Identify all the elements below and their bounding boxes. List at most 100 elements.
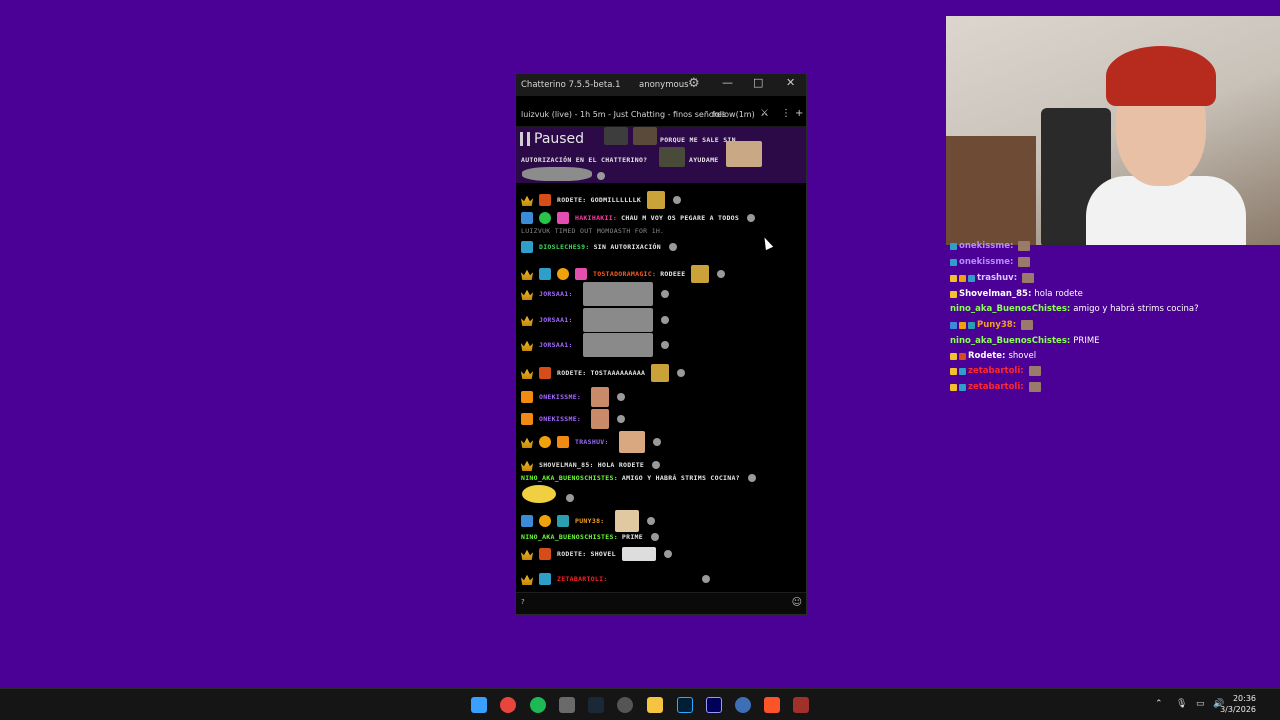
chat-message[interactable]: DIOSLECHES9: SIN AUTORIXACIÓN	[521, 241, 677, 253]
input-text[interactable]: ?	[521, 598, 525, 606]
start-icon[interactable]	[471, 697, 487, 713]
username[interactable]: JORSAA1:	[539, 341, 573, 349]
reply-icon[interactable]	[646, 517, 655, 525]
sub-badge-icon[interactable]	[539, 548, 551, 560]
steam-icon[interactable]	[588, 697, 604, 713]
cube-badge-icon[interactable]	[557, 436, 569, 448]
split-header[interactable]: luizvuk (live) - 1h 5m - Just Chatting -…	[516, 105, 806, 127]
username[interactable]: HAKIHAKII:	[575, 214, 617, 222]
crown-badge-icon[interactable]	[521, 289, 533, 300]
username[interactable]: ONEKISSME:	[539, 415, 581, 423]
reply-icon[interactable]	[660, 341, 669, 349]
title-bar[interactable]: Chatterino 7.5.5-beta.1 anonymous ⚙ — □ …	[516, 74, 806, 96]
reply-icon[interactable]	[701, 575, 710, 583]
reply-icon[interactable]	[677, 369, 686, 377]
reply-icon[interactable]	[663, 550, 672, 558]
cube-badge-icon[interactable]	[521, 413, 533, 425]
chat-message[interactable]: SHOVELMAN_85: HOLA RODETE	[521, 459, 661, 471]
chat-message[interactable]: PUNY38:	[521, 510, 655, 532]
taskbar[interactable]: ⌃ 🎙 ▭ 🔊 20:36 3/3/2026	[0, 688, 1280, 720]
verified-badge-icon[interactable]	[539, 212, 551, 224]
app-icon[interactable]	[559, 697, 575, 713]
username[interactable]: JORSAA1:	[539, 316, 573, 324]
username[interactable]: DIOSLECHES9:	[539, 243, 590, 251]
reply-icon[interactable]	[673, 196, 682, 204]
tile-badge-icon[interactable]	[557, 515, 569, 527]
spotify-icon[interactable]	[530, 697, 546, 713]
pick-badge-icon[interactable]	[521, 515, 533, 527]
sub-badge-icon[interactable]	[539, 367, 551, 379]
paused-banner[interactable]: Paused PORQUE ME SALE SIN AUTORIZACIÓN E…	[516, 127, 806, 183]
reply-icon[interactable]	[617, 415, 626, 423]
reply-icon[interactable]	[566, 494, 574, 502]
username[interactable]: TRASHUV:	[575, 438, 609, 446]
premiere-icon[interactable]	[706, 697, 722, 713]
emoji-icon[interactable]: ☺	[792, 597, 802, 608]
follow-mode[interactable]: follow(1m)	[712, 110, 755, 119]
maximize-icon[interactable]: □	[753, 76, 763, 89]
username[interactable]: SHOVELMAN_85:	[539, 461, 594, 469]
close-icon[interactable]: ✕	[786, 76, 795, 89]
account-name[interactable]: anonymous	[639, 80, 689, 90]
reply-icon[interactable]	[660, 290, 669, 298]
gift-badge-icon[interactable]	[557, 212, 569, 224]
moderation-icon[interactable]: ⚔	[760, 108, 769, 119]
microphone-icon[interactable]: 🎙	[1176, 699, 1187, 709]
minimize-icon[interactable]: —	[722, 76, 733, 89]
reply-icon[interactable]	[652, 461, 661, 469]
chat-message[interactable]: ONEKISSME:	[521, 409, 626, 429]
chat-message[interactable]: RODETE: SHOVEL	[521, 547, 672, 561]
reply-icon[interactable]	[747, 474, 756, 482]
chat-message[interactable]: JORSAA1:	[521, 333, 669, 357]
crown-badge-icon[interactable]	[521, 340, 533, 351]
chat-message[interactable]: NINO_AKA_BUENOSCHISTES: AMIGO Y HABRÁ STR…	[521, 474, 756, 482]
crown-badge-icon[interactable]	[521, 437, 533, 448]
hex-badge-icon[interactable]	[521, 241, 533, 253]
chat-message[interactable]: RODETE: GODMILLLLLLK	[521, 191, 682, 209]
username[interactable]: ZETABARTOLI:	[557, 575, 608, 583]
reply-icon[interactable]	[747, 214, 756, 222]
chat-message[interactable]: HAKIHAKII: CHAU M VOY OS PEGARE A TODOS	[521, 212, 756, 224]
clock[interactable]: 20:36 3/3/2026	[1220, 693, 1256, 715]
chat-message[interactable]: JORSAA1:	[521, 308, 669, 332]
add-split-icon[interactable]: +	[795, 108, 803, 119]
crown-badge-icon[interactable]	[521, 460, 533, 471]
photoshop-icon[interactable]	[677, 697, 693, 713]
username[interactable]: NINO_AKA_BUENOSCHISTES:	[521, 474, 618, 482]
hex-badge-icon[interactable]	[539, 573, 551, 585]
crown-badge-icon[interactable]	[521, 195, 533, 206]
username[interactable]: NINO_AKA_BUENOSCHISTES:	[521, 533, 618, 541]
crown-badge-icon[interactable]	[521, 368, 533, 379]
chatterino-taskbar-icon[interactable]	[735, 697, 751, 713]
reply-icon[interactable]	[651, 533, 659, 541]
crown-badge-icon[interactable]	[521, 574, 533, 585]
chevron-up-icon[interactable]: ⌃	[1155, 699, 1163, 709]
coin-badge-icon[interactable]	[539, 436, 551, 448]
coin-badge-icon[interactable]	[539, 515, 551, 527]
chrome-icon[interactable]	[500, 697, 516, 713]
username[interactable]: ONEKISSME:	[539, 393, 581, 401]
chat-message[interactable]: RODETE: TOSTAAAAAAAAA	[521, 364, 686, 382]
username[interactable]: RODETE:	[557, 369, 587, 377]
username[interactable]: PUNY38:	[575, 517, 605, 525]
chat-message[interactable]: JORSAA1:	[521, 282, 669, 306]
hex-badge-icon[interactable]	[539, 268, 551, 280]
brave-icon[interactable]	[764, 697, 780, 713]
gift-badge-icon[interactable]	[575, 268, 587, 280]
crown-badge-icon[interactable]	[521, 549, 533, 560]
chat-message[interactable]: ZETABARTOLI:	[521, 573, 710, 585]
folder-icon[interactable]	[647, 697, 663, 713]
app-icon[interactable]	[793, 697, 809, 713]
reply-icon[interactable]	[717, 270, 726, 278]
gear-icon[interactable]: ⚙	[688, 76, 700, 91]
crown-badge-icon[interactable]	[521, 315, 533, 326]
reply-icon[interactable]	[652, 438, 661, 446]
chat-message[interactable]: ONEKISSME:	[521, 387, 626, 407]
chat-message[interactable]: TRASHUV:	[521, 431, 661, 453]
network-icon[interactable]: ▭	[1196, 699, 1205, 709]
username[interactable]: TOSTADORAMAGIC:	[593, 270, 656, 278]
crown-badge-icon[interactable]	[521, 269, 533, 280]
pick-badge-icon[interactable]	[521, 212, 533, 224]
reply-icon[interactable]	[668, 243, 677, 251]
reply-icon[interactable]	[617, 393, 626, 401]
